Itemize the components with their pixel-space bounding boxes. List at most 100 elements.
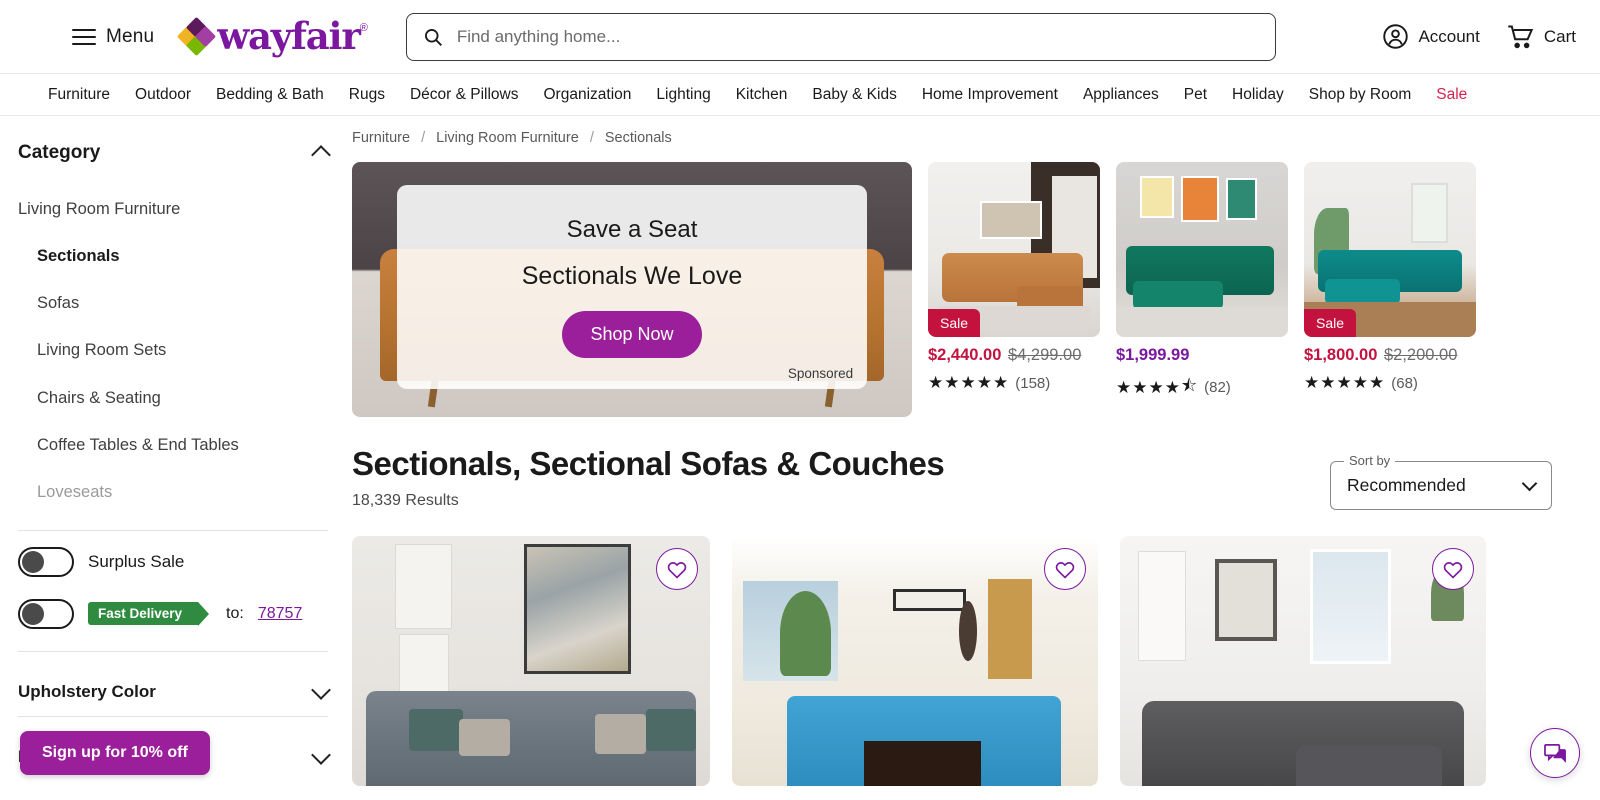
filter-sidebar: Category Living Room Furniture Sectional…	[0, 116, 352, 799]
favorite-button[interactable]	[1432, 548, 1474, 590]
star-icon: ★	[1369, 373, 1385, 392]
product-image	[1120, 536, 1486, 786]
price-original: $4,299.00	[1008, 346, 1082, 364]
review-count: (68)	[1391, 374, 1418, 392]
nav-item-lighting[interactable]: Lighting	[656, 86, 710, 104]
trademark-mark: ®	[359, 22, 368, 34]
nav-item-home-improvement[interactable]: Home Improvement	[922, 86, 1058, 104]
nav-item-organization[interactable]: Organization	[544, 86, 632, 104]
sidebar-item-living-room-furniture[interactable]: Living Room Furniture	[18, 200, 328, 218]
sort-by-label: Sort by	[1344, 453, 1396, 468]
chat-support-button[interactable]	[1530, 728, 1580, 778]
filter-upholstery-color[interactable]: Upholstery Color	[18, 668, 331, 716]
cart-icon	[1508, 25, 1534, 49]
review-count: (82)	[1204, 379, 1231, 396]
sidebar-item-sofas[interactable]: Sofas	[18, 294, 328, 312]
nav-item-decor-pillows[interactable]: Décor & Pillows	[410, 86, 519, 104]
search-bar[interactable]	[405, 12, 1276, 61]
page-title: Sectionals, Sectional Sofas & Couches	[352, 445, 945, 482]
signup-banner[interactable]: Sign up for 10% off	[20, 731, 210, 775]
star-icon: ★	[928, 373, 944, 392]
nav-item-holiday[interactable]: Holiday	[1232, 86, 1284, 104]
product-image	[732, 536, 1098, 786]
sort-by-select[interactable]: Sort by Recommended	[1330, 453, 1552, 510]
nav-item-kitchen[interactable]: Kitchen	[736, 86, 788, 104]
sidebar-divider-bottom	[18, 715, 328, 717]
star-icon: ★	[944, 373, 960, 392]
site-header: Menu wayfair ® Account	[0, 0, 1600, 74]
nav-item-appliances[interactable]: Appliances	[1083, 86, 1159, 104]
shop-now-button[interactable]: Shop Now	[562, 310, 702, 358]
menu-button[interactable]: Menu	[72, 26, 154, 48]
price-original: $2,200.00	[1384, 346, 1458, 364]
breadcrumb-sectionals: Sectionals	[604, 130, 672, 146]
rating-stars: ★ ★ ★ ★ ⯪ (82)	[1116, 373, 1288, 402]
product-image: Sale	[1304, 162, 1476, 337]
sidebar-item-sectionals[interactable]: Sectionals	[18, 247, 328, 265]
breadcrumb: Furniture / Living Room Furniture / Sect…	[352, 130, 1552, 146]
nav-item-shop-by-room[interactable]: Shop by Room	[1309, 86, 1412, 104]
search-icon	[424, 28, 442, 46]
header-actions: Account Cart	[1382, 23, 1576, 50]
product-price-line: $2,440.00 $4,299.00	[928, 346, 1100, 365]
rating-stars: ★ ★ ★ ★ ★ (68)	[1304, 373, 1476, 393]
chevron-down-icon	[1521, 475, 1538, 491]
sidebar-divider-top	[18, 529, 328, 531]
product-card[interactable]	[352, 536, 710, 786]
nav-item-sale[interactable]: Sale	[1436, 86, 1467, 104]
chevron-up-icon	[311, 145, 331, 165]
zip-code-link[interactable]: 78757	[258, 605, 303, 623]
category-nav: Furniture Outdoor Bedding & Bath Rugs Dé…	[0, 74, 1600, 116]
chat-icon	[1543, 743, 1566, 763]
heart-icon	[667, 561, 687, 579]
product-image: Sale	[928, 162, 1100, 337]
sale-badge: Sale	[1304, 309, 1357, 337]
sidebar-item-loveseats[interactable]: Loveseats	[18, 483, 328, 501]
product-price-line: $1,999.99	[1116, 346, 1288, 365]
results-header: Sectionals, Sectional Sofas & Couches 18…	[352, 445, 1552, 510]
search-input[interactable]	[456, 26, 1259, 47]
hero-subheadline: Sectionals We Love	[521, 261, 743, 290]
star-icon: ★	[1320, 373, 1336, 392]
wayfair-logo[interactable]: wayfair ®	[177, 14, 368, 58]
sidebar-item-coffee-tables[interactable]: Coffee Tables & End Tables	[18, 436, 328, 454]
chevron-down-icon	[311, 680, 331, 700]
breadcrumb-separator: /	[589, 130, 594, 146]
sidebar-item-chairs-seating[interactable]: Chairs & Seating	[18, 389, 328, 407]
featured-product-card[interactable]: Sale $1,800.00 $2,200.00 ★ ★ ★ ★ ★ (68)	[1304, 162, 1476, 417]
category-header[interactable]: Category	[18, 142, 331, 165]
price-current: $2,440.00	[928, 346, 1002, 364]
rating-stars: ★ ★ ★ ★ ★ (158)	[928, 373, 1100, 393]
logo-wordmark: wayfair	[217, 14, 361, 58]
star-icon: ★	[1336, 373, 1352, 392]
breadcrumb-living-room-furniture[interactable]: Living Room Furniture	[436, 130, 579, 146]
nav-item-outdoor[interactable]: Outdoor	[135, 86, 191, 104]
featured-product-card[interactable]: Sale $2,440.00 $4,299.00 ★ ★ ★ ★ ★ (158)	[928, 162, 1100, 417]
featured-product-card[interactable]: $1,999.99 ★ ★ ★ ★ ⯪ (82)	[1116, 162, 1288, 417]
toggle-knob	[22, 550, 44, 573]
favorite-button[interactable]	[1044, 548, 1086, 590]
product-grid	[352, 536, 1552, 786]
favorite-button[interactable]	[656, 548, 698, 590]
nav-item-pet[interactable]: Pet	[1184, 86, 1207, 104]
sale-badge: Sale	[928, 309, 981, 337]
fast-delivery-row: Fast Delivery to: 78757	[18, 598, 328, 629]
hero-headline: Save a Seat	[566, 215, 698, 243]
nav-item-furniture[interactable]: Furniture	[48, 86, 110, 104]
nav-item-rugs[interactable]: Rugs	[349, 86, 385, 104]
sidebar-item-living-room-sets[interactable]: Living Room Sets	[18, 341, 328, 359]
product-card[interactable]	[732, 536, 1098, 786]
account-button[interactable]: Account	[1382, 23, 1480, 50]
cart-button[interactable]: Cart	[1506, 23, 1576, 50]
nav-item-bedding-bath[interactable]: Bedding & Bath	[216, 86, 324, 104]
delivery-to-label: to:	[226, 604, 244, 622]
product-card[interactable]	[1120, 536, 1486, 786]
breadcrumb-furniture[interactable]: Furniture	[352, 130, 410, 146]
nav-item-baby-kids[interactable]: Baby & Kids	[812, 86, 896, 104]
surplus-sale-toggle[interactable]	[18, 546, 74, 577]
wayfair-diamond-icon	[177, 16, 217, 56]
star-icon: ★	[993, 373, 1009, 392]
product-image	[352, 536, 710, 786]
fast-delivery-toggle[interactable]	[18, 598, 74, 629]
sponsored-hero-banner[interactable]: Save a Seat Sectionals We Love Shop Now …	[352, 162, 912, 417]
